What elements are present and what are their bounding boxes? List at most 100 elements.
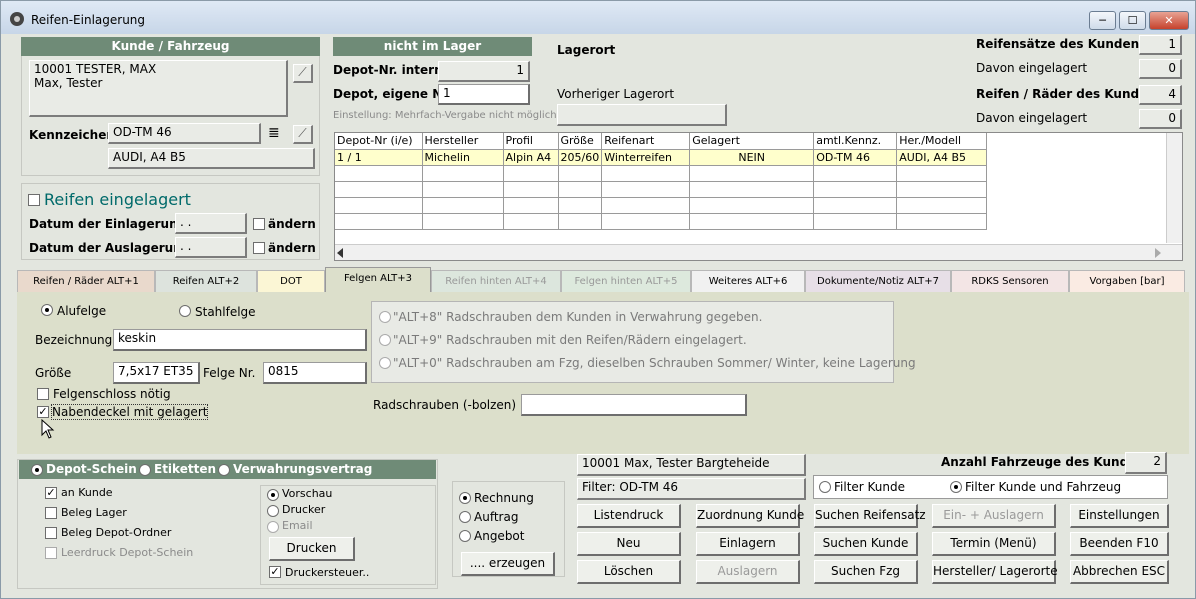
bezeichnung-field[interactable]: keskin bbox=[113, 329, 367, 351]
alt9-radio[interactable] bbox=[379, 334, 391, 346]
tab-dot[interactable]: DOT bbox=[257, 270, 325, 292]
column-header[interactable]: Größe bbox=[558, 133, 603, 150]
vorschau-radio[interactable] bbox=[267, 489, 279, 501]
close-button[interactable]: ✕ bbox=[1149, 11, 1189, 30]
nabendeckel-checkbox[interactable]: ✓ bbox=[37, 406, 49, 418]
beenden-button[interactable]: Beenden F10 bbox=[1070, 532, 1169, 556]
suchen-kunde-button[interactable]: Suchen Kunde bbox=[814, 532, 918, 556]
alt8-radio[interactable] bbox=[379, 311, 391, 323]
app-icon bbox=[10, 12, 24, 26]
drucker-radio[interactable] bbox=[267, 505, 279, 517]
kennzeichen-field[interactable]: OD-TM 46 bbox=[108, 123, 261, 144]
column-header[interactable]: Hersteller bbox=[422, 133, 504, 150]
column-header[interactable]: Gelagert bbox=[689, 133, 815, 150]
drucken-button[interactable]: Drucken bbox=[269, 537, 355, 561]
depot-table[interactable]: Depot-Nr (i/e) Hersteller Profil Größe R… bbox=[334, 132, 1183, 261]
beleg-lager-label: Beleg Lager bbox=[61, 506, 127, 519]
tab-dokumente[interactable]: Dokumente/Notiz ALT+7 bbox=[805, 270, 951, 292]
an-kunde-checkbox[interactable]: ✓ bbox=[45, 487, 57, 499]
beleg-ordner-checkbox[interactable] bbox=[45, 527, 57, 539]
column-header[interactable]: Reifenart bbox=[601, 133, 691, 150]
filter-kunde-fahrzeug-radio[interactable] bbox=[950, 481, 962, 493]
etiketten-label: Etiketten bbox=[154, 462, 216, 476]
cursor-icon bbox=[41, 419, 55, 439]
column-header[interactable]: Her./Modell bbox=[896, 133, 988, 150]
edit-kunde-icon[interactable]: ⟋ bbox=[293, 64, 313, 83]
aendern-ein-checkbox[interactable] bbox=[253, 218, 265, 230]
auftrag-radio[interactable] bbox=[459, 511, 471, 523]
table-row[interactable] bbox=[335, 165, 988, 182]
felgenschloss-checkbox[interactable] bbox=[37, 388, 49, 400]
raeder-eingelagert-value: 0 bbox=[1139, 109, 1182, 129]
vertical-scrollbar[interactable] bbox=[1166, 133, 1182, 243]
beleg-lager-checkbox[interactable] bbox=[45, 507, 57, 519]
druckersteuer-checkbox[interactable]: ✓ bbox=[269, 566, 281, 578]
alufelge-radio[interactable] bbox=[41, 304, 53, 316]
scroll-left-icon[interactable] bbox=[337, 248, 343, 258]
angebot-label: Angebot bbox=[474, 529, 525, 543]
loeschen-button[interactable]: Löschen bbox=[577, 560, 681, 584]
alt0-radio[interactable] bbox=[379, 357, 391, 369]
nabendeckel-label: Nabendeckel mit gelagert bbox=[50, 404, 209, 420]
vertrag-radio[interactable] bbox=[218, 464, 230, 476]
ein-auslagern-button[interactable]: Ein- + Auslagern bbox=[932, 504, 1056, 528]
etiketten-radio[interactable] bbox=[139, 464, 151, 476]
column-header[interactable]: amtl.Kennz. bbox=[813, 133, 898, 150]
erzeugen-button[interactable]: .... erzeugen bbox=[461, 552, 555, 576]
termin-button[interactable]: Termin (Menü) bbox=[932, 532, 1056, 556]
leerdruck-checkbox[interactable] bbox=[45, 547, 57, 559]
kunde-address[interactable]: 10001 TESTER, MAX Max, Tester bbox=[29, 60, 288, 117]
einlagern-button[interactable]: Einlagern bbox=[696, 532, 800, 556]
tab-weiteres[interactable]: Weiteres ALT+6 bbox=[691, 270, 805, 292]
filter-kunde-fahrzeug-label: Filter Kunde und Fahrzeug bbox=[965, 480, 1122, 494]
radschrauben-field[interactable] bbox=[521, 394, 747, 416]
maximize-button[interactable]: ☐ bbox=[1119, 11, 1146, 30]
rechnung-radio[interactable] bbox=[459, 492, 471, 504]
email-radio[interactable] bbox=[267, 521, 279, 533]
listendruck-button[interactable]: Listendruck bbox=[577, 504, 681, 528]
table-row[interactable] bbox=[335, 213, 988, 230]
table-row[interactable] bbox=[335, 197, 988, 214]
neu-button[interactable]: Neu bbox=[577, 532, 681, 556]
eingelagert-checkbox[interactable] bbox=[28, 194, 40, 206]
suchen-fzg-button[interactable]: Suchen Fzg bbox=[814, 560, 918, 584]
angebot-radio[interactable] bbox=[459, 530, 471, 542]
kunde-line2: Max, Tester bbox=[34, 76, 103, 90]
tab-felgen-hinten[interactable]: Felgen hinten ALT+5 bbox=[561, 270, 691, 292]
filter-kunde-radio[interactable] bbox=[819, 481, 831, 493]
auslagern-button[interactable]: Auslagern bbox=[696, 560, 800, 584]
datum-aus-field[interactable]: . . bbox=[175, 237, 247, 258]
column-header[interactable]: Depot-Nr (i/e) bbox=[335, 133, 423, 150]
aendern-aus-checkbox[interactable] bbox=[253, 242, 265, 254]
horizontal-scrollbar[interactable] bbox=[335, 244, 1182, 260]
scroll-right-icon[interactable] bbox=[1155, 248, 1161, 258]
table-row[interactable] bbox=[335, 181, 988, 198]
column-header[interactable]: Profil bbox=[503, 133, 559, 150]
tab-reifen-raeder[interactable]: Reifen / Räder ALT+1 bbox=[17, 270, 155, 292]
tab-reifen[interactable]: Reifen ALT+2 bbox=[155, 270, 257, 292]
stahlfelge-radio[interactable] bbox=[179, 305, 191, 317]
suchen-reifensatz-button[interactable]: Suchen Reifensatz bbox=[814, 504, 926, 528]
depot-schein-radio[interactable] bbox=[31, 464, 43, 476]
groesse-field[interactable]: 7,5x17 ET35 bbox=[113, 362, 200, 384]
tab-reifen-hinten[interactable]: Reifen hinten ALT+4 bbox=[431, 270, 561, 292]
datum-ein-label: Datum der Einlagerung bbox=[29, 217, 187, 231]
edit-fahrzeug-icon[interactable]: ⟋ bbox=[293, 125, 313, 144]
hersteller-lagerorte-button[interactable]: Hersteller/ Lagerorte bbox=[932, 560, 1058, 584]
depot-table-grid: Depot-Nr (i/e) Hersteller Profil Größe R… bbox=[335, 133, 988, 230]
fahrzeug-field[interactable]: AUDI, A4 B5 bbox=[108, 148, 315, 169]
depot-eigen-field[interactable]: 1 bbox=[438, 84, 530, 105]
felge-nr-field[interactable]: 0815 bbox=[263, 362, 367, 384]
abbrechen-button[interactable]: Abbrechen ESC bbox=[1070, 560, 1169, 584]
list-icon[interactable]: ≣ bbox=[268, 125, 280, 141]
tab-felgen[interactable]: Felgen ALT+3 bbox=[325, 267, 431, 292]
datum-ein-field[interactable]: . . bbox=[175, 213, 247, 234]
minimize-button[interactable]: ─ bbox=[1089, 11, 1116, 30]
tab-vorgaben[interactable]: Vorgaben [bar] bbox=[1069, 270, 1185, 292]
felgenschloss-label: Felgenschloss nötig bbox=[53, 387, 171, 401]
zuordnung-kunde-button[interactable]: Zuordnung Kunde bbox=[696, 504, 804, 528]
tab-rdks[interactable]: RDKS Sensoren bbox=[951, 270, 1069, 292]
table-row[interactable]: 1 / 1 Michelin Alpin A4 205/60 Winterrei… bbox=[335, 149, 988, 166]
app-window: Reifen-Einlagerung ─ ☐ ✕ Kunde / Fahrzeu… bbox=[0, 0, 1196, 599]
einstellungen-button[interactable]: Einstellungen bbox=[1070, 504, 1169, 528]
